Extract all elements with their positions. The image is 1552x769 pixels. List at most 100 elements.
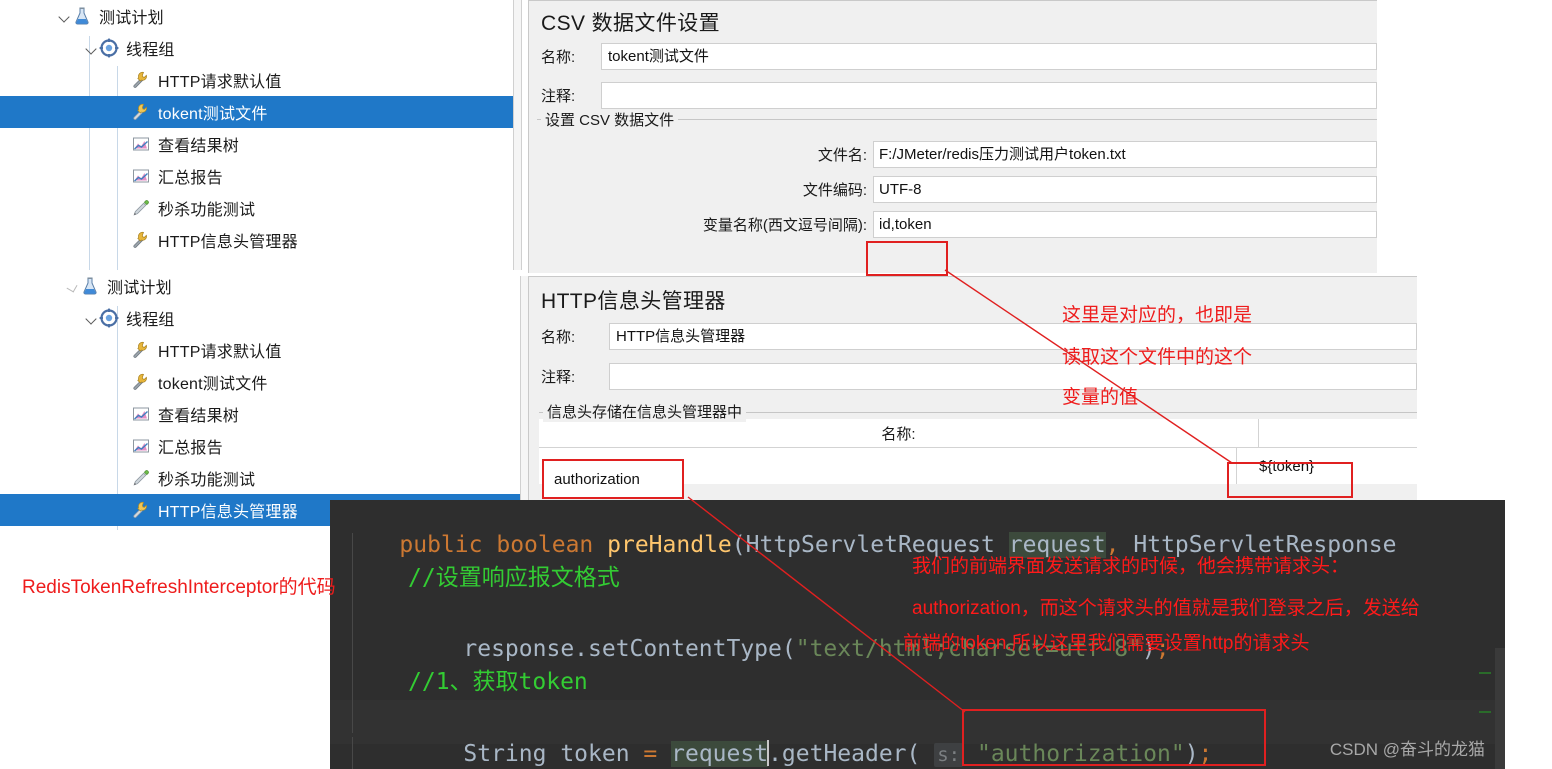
watermark: CSDN @奋斗的龙猫 (1329, 740, 1485, 759)
code-line-4-comment: //1、获取token (408, 669, 588, 695)
sampler-pen-icon (131, 468, 153, 488)
code-fold-marker (1479, 711, 1491, 713)
tree-item-label: 测试计划 (99, 10, 164, 27)
csv-comment-label: 注释: (541, 88, 576, 105)
test-plan-icon (80, 276, 102, 296)
code-line-2-comment: //设置响应报文格式 (408, 565, 620, 591)
annotation-text-7: 前端的token.所以这里我们需要设置http的请求头 (903, 633, 1310, 654)
csv-encoding-label: 文件编码: (802, 182, 867, 199)
test-plan-icon (72, 6, 94, 26)
authorization-cell-text: authorization (554, 470, 640, 488)
thread-group-icon (99, 38, 121, 58)
csv-encoding-row: 文件编码: UTF-8 (537, 176, 1377, 203)
tree-item-label: 秒杀功能测试 (158, 202, 256, 219)
obj-request: request (671, 741, 769, 767)
code-scrollbar[interactable] (1495, 648, 1505, 769)
csv-group-title: 设置 CSV 数据文件 (541, 109, 679, 130)
annotation-text-2: 读取这个文件中的这个 (1062, 347, 1253, 368)
code-authorization-highlight (962, 709, 1266, 766)
tree-item-label: HTTP请求默认值 (158, 344, 282, 361)
tree-item-label: 测试计划 (107, 280, 172, 297)
parameter-hint: s: (934, 743, 964, 767)
tree-item-thread-group[interactable]: 线程组 (0, 32, 520, 64)
csv-name-row: 名称: tokent测试文件 (529, 43, 1377, 70)
tree-item-http-request-defaults[interactable]: HTTP请求默认值 (0, 334, 520, 366)
hdr-name-input[interactable]: HTTP信息头管理器 (609, 323, 1417, 350)
chevron-right-icon[interactable] (66, 279, 80, 293)
jmeter-tree-top[interactable]: 测试计划 线程组 HTTP请求默认值 tokent测试文件 查看结果树 汇总报告 (0, 0, 520, 270)
sampler-pen-icon (131, 198, 153, 218)
tree-item-label: tokent测试文件 (158, 376, 268, 393)
code-fold-marker (1479, 672, 1491, 674)
assign-operator: = (643, 741, 672, 767)
tree-item-seckill-test[interactable]: 秒杀功能测试 (0, 192, 520, 224)
tree-item-test-plan[interactable]: 测试计划 (0, 270, 520, 302)
csv-data-config-panel: CSV 数据文件设置 名称: tokent测试文件 注释: 设置 CSV 数据文… (528, 0, 1377, 273)
listener-chart-icon (131, 436, 153, 456)
config-wrench-icon (131, 500, 153, 520)
csv-varnames-input[interactable]: id,token (873, 211, 1377, 238)
config-wrench-icon (131, 70, 153, 90)
tree-item-label: 线程组 (126, 42, 175, 59)
hdr-comment-label: 注释: (541, 369, 576, 386)
getheader-call: .getHeader( (768, 741, 935, 767)
tree-item-http-header-manager[interactable]: HTTP信息头管理器 (0, 224, 520, 256)
tree-item-tokent-test-file[interactable]: tokent测试文件 (0, 96, 520, 128)
csv-comment-input[interactable] (601, 82, 1377, 109)
annotation-text-6: authorization，而这个请求头的值就是我们登录之后，发送给 (912, 598, 1420, 619)
tree-item-view-results-tree[interactable]: 查看结果树 (0, 398, 520, 430)
tree-item-view-results-tree[interactable]: 查看结果树 (0, 128, 520, 160)
csv-name-label: 名称: (541, 49, 576, 66)
column-header-name: 名称: (881, 425, 916, 443)
thread-group-icon (99, 308, 121, 328)
column-header-value (1258, 419, 1417, 447)
tree-item-label: 汇总报告 (158, 170, 223, 187)
hdr-name-row: 名称: HTTP信息头管理器 (529, 323, 1417, 350)
jmeter-tree-bottom[interactable]: 测试计划 线程组 HTTP请求默认值 tokent测试文件 查看结果树 汇总报告 (0, 270, 520, 530)
tree-item-label: HTTP信息头管理器 (158, 234, 298, 251)
authorization-cell-highlight[interactable]: authorization (542, 459, 684, 499)
panel-divider (513, 0, 522, 270)
tree-item-label: 查看结果树 (158, 138, 240, 155)
tree-item-seckill-test[interactable]: 秒杀功能测试 (0, 462, 520, 494)
annotation-text-5: 我们的前端界面发送请求的时候，他会携带请求头： (912, 556, 1350, 577)
tree-item-test-plan[interactable]: 测试计划 (0, 0, 520, 32)
type-string: String (463, 741, 547, 767)
hdr-comment-input[interactable] (609, 363, 1417, 390)
keyword-public: public (399, 532, 483, 558)
code-indent-guide (352, 737, 353, 769)
tree-item-label: 汇总报告 (158, 440, 223, 457)
tree-item-tokent-test-file[interactable]: tokent测试文件 (0, 366, 520, 398)
tree-item-label: 线程组 (126, 312, 175, 329)
csv-encoding-input[interactable]: UTF-8 (873, 176, 1377, 203)
var-token: token (546, 741, 644, 767)
tree-item-http-request-defaults[interactable]: HTTP请求默认值 (0, 64, 520, 96)
chevron-down-icon[interactable] (58, 9, 72, 23)
config-wrench-icon (131, 102, 153, 122)
csv-filename-input[interactable]: F:/JMeter/redis压力测试用户token.txt (873, 141, 1377, 168)
paren-open: ( (731, 532, 746, 558)
annotation-text-1: 这里是对应的，也即是 (1062, 305, 1253, 326)
chevron-down-icon[interactable] (85, 41, 99, 55)
config-wrench-icon (131, 340, 153, 360)
hdr-group-title: 信息头存储在信息头管理器中 (543, 401, 747, 422)
csv-varnames-label: 变量名称(西文逗号间隔): (702, 217, 867, 234)
config-wrench-icon (131, 230, 153, 250)
listener-chart-icon (131, 134, 153, 154)
annotation-text-interceptor: RedisTokenRefreshInterceptor的代码 (22, 577, 336, 598)
tree-item-label: HTTP请求默认值 (158, 74, 282, 91)
keyword-boolean: boolean (496, 532, 594, 558)
csv-name-input[interactable]: tokent测试文件 (601, 43, 1377, 70)
csv-filename-row: 文件名: F:/JMeter/redis压力测试用户token.txt (537, 141, 1377, 168)
panel-title: HTTP信息头管理器 (541, 290, 726, 313)
chevron-down-icon[interactable] (85, 311, 99, 325)
tree-item-thread-group[interactable]: 线程组 (0, 302, 520, 334)
tree-item-label: 秒杀功能测试 (158, 472, 256, 489)
table-header-row: 名称: (539, 419, 1417, 448)
csv-comment-row: 注释: (529, 82, 1377, 109)
tree-item-summary-report[interactable]: 汇总报告 (0, 160, 520, 192)
tree-item-summary-report[interactable]: 汇总报告 (0, 430, 520, 462)
varnames-highlight-box (866, 241, 948, 276)
csv-filename-label: 文件名: (817, 147, 867, 164)
listener-chart-icon (131, 166, 153, 186)
